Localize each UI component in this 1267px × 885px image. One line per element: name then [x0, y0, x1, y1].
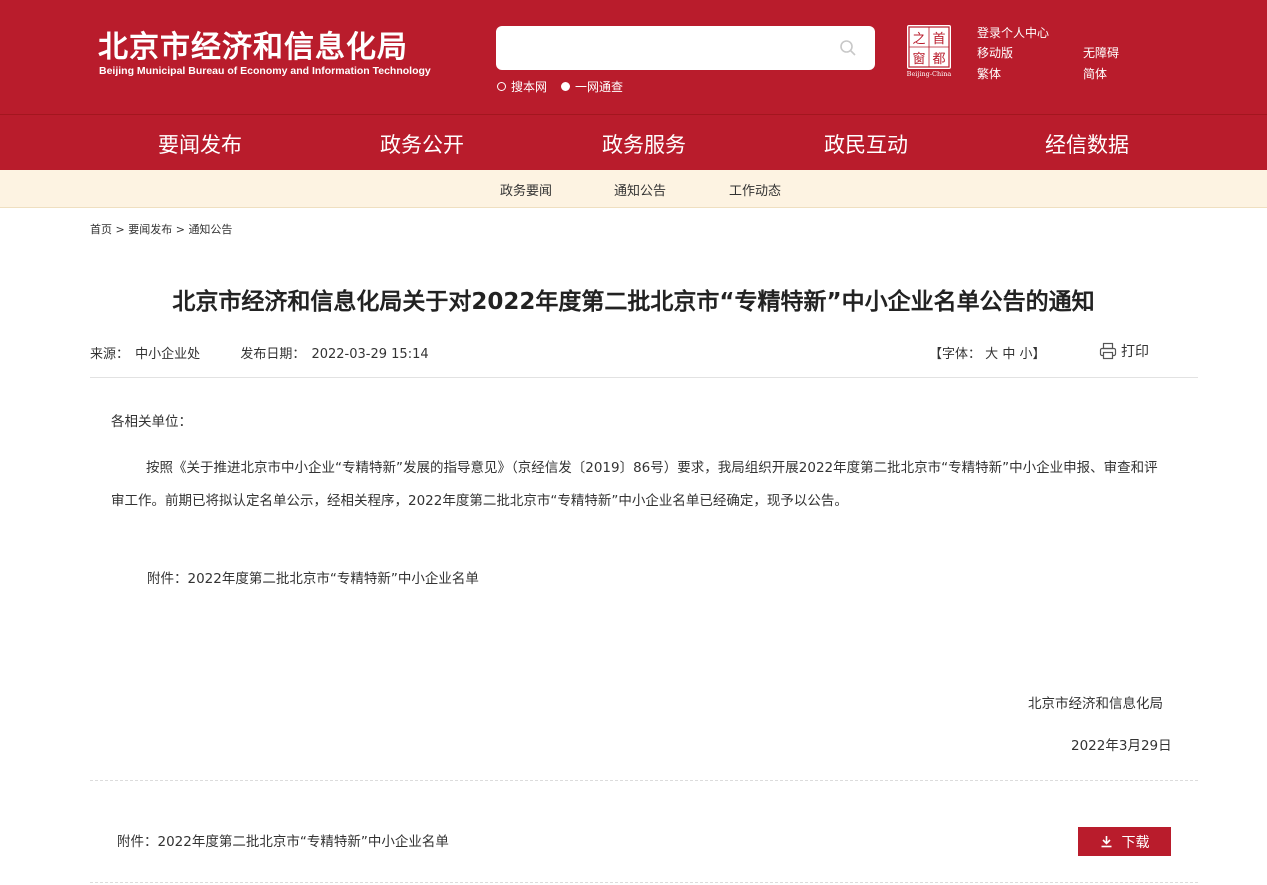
print-label: 打印 — [1121, 344, 1149, 360]
date-value: 2022-03-29 15:14 — [311, 347, 429, 362]
breadcrumb: 首页 > 要闻发布 > 通知公告 — [90, 221, 232, 237]
simplified-chinese-link[interactable]: 简体 — [1083, 65, 1107, 82]
search-scope-site-label: 搜本网 — [511, 80, 548, 94]
article-body: 按照《关于推进北京市中小企业“专精特新”发展的指导意见》（京经信发〔2019〕8… — [111, 460, 1158, 509]
search-scope-site[interactable]: 搜本网 — [497, 78, 547, 95]
seal-char: 都 — [932, 52, 945, 67]
site-logo-title[interactable]: 北京市经济和信息化局 — [98, 22, 408, 66]
download-icon — [1101, 836, 1111, 848]
capital-window-seal-icon[interactable]: 之 首 窗 都 Beijing-China — [904, 24, 954, 78]
nav-item-interaction[interactable]: 政民互动 — [796, 129, 936, 159]
seal-char: 窗 — [912, 51, 925, 67]
meta-divider — [90, 377, 1198, 378]
font-size-large[interactable]: 大 — [985, 347, 998, 362]
subnav-item-work-updates[interactable]: 工作动态 — [729, 180, 781, 199]
font-size-medium[interactable]: 中 — [1002, 347, 1015, 362]
breadcrumb-level2[interactable]: 通知公告 — [188, 223, 232, 236]
breadcrumb-home[interactable]: 首页 — [90, 223, 112, 236]
seal-char: 首 — [932, 32, 945, 47]
source-value: 中小企业处 — [135, 347, 201, 362]
subnav-item-gov-news[interactable]: 政务要闻 — [500, 180, 552, 199]
radio-icon — [497, 82, 506, 91]
search-icon[interactable] — [839, 39, 857, 57]
print-button[interactable]: 打印 — [1099, 341, 1149, 361]
source-label: 来源： — [90, 347, 130, 362]
font-size-small[interactable]: 小】 — [1019, 347, 1045, 362]
search-scope-all-label: 一网通查 — [575, 80, 624, 94]
attachment-divider — [90, 780, 1198, 781]
site-header: 北京市经济和信息化局 Beijing Municipal Bureau of E… — [0, 0, 1267, 114]
sub-nav: 政务要闻 通知公告 工作动态 — [0, 170, 1267, 208]
subnav-item-notices[interactable]: 通知公告 — [614, 180, 666, 199]
login-link[interactable]: 登录个人中心 — [977, 24, 1049, 41]
traditional-chinese-link[interactable]: 繁体 — [977, 65, 1001, 82]
search-scope-all[interactable]: 一网通查 — [561, 78, 623, 95]
accessible-link[interactable]: 无障碍 — [1083, 44, 1119, 61]
article-attachment-line: 附件：2022年度第二批北京市“专精特新”中小企业名单 — [147, 571, 479, 587]
nav-item-affairs[interactable]: 政务公开 — [352, 129, 492, 159]
font-size-control: 【字体： 大 中 小】 — [929, 343, 1045, 362]
download-button[interactable]: 下载 — [1078, 827, 1171, 856]
bottom-divider — [90, 882, 1198, 883]
breadcrumb-separator: > — [115, 223, 125, 236]
nav-item-news[interactable]: 要闻发布 — [130, 129, 270, 159]
article-meta: 来源： 中小企业处 发布日期： 2022-03-29 15:14 — [90, 343, 437, 362]
nav-item-data[interactable]: 经信数据 — [1017, 129, 1157, 159]
signature-organization: 北京市经济和信息化局 — [1028, 696, 1163, 712]
article-title: 北京市经济和信息化局关于对2022年度第二批北京市“专精特新”中小企业名单公告的… — [172, 289, 1095, 315]
seal-char: 之 — [912, 32, 925, 47]
download-label: 下载 — [1121, 834, 1150, 851]
search-scope-options: 搜本网 一网通查 — [497, 78, 637, 95]
main-nav: 要闻发布 政务公开 政务服务 政民互动 经信数据 — [0, 114, 1267, 170]
date-label: 发布日期： — [240, 347, 306, 362]
mobile-version-link[interactable]: 移动版 — [977, 44, 1013, 61]
font-size-label: 【字体： — [929, 347, 982, 362]
signature-date: 2022年3月29日 — [1071, 738, 1172, 754]
nav-item-services[interactable]: 政务服务 — [574, 129, 714, 159]
printer-icon — [1099, 342, 1117, 360]
search-input[interactable] — [496, 26, 875, 70]
breadcrumb-separator: > — [175, 223, 185, 236]
radio-selected-icon — [561, 82, 571, 91]
article-salutation: 各相关单位： — [111, 414, 192, 430]
seal-caption: Beijing-China — [907, 70, 952, 78]
breadcrumb-level1[interactable]: 要闻发布 — [128, 223, 172, 236]
site-logo-subtitle[interactable]: Beijing Municipal Bureau of Economy and … — [99, 65, 431, 77]
attachment-name[interactable]: 附件：2022年度第二批北京市“专精特新”中小企业名单 — [117, 830, 449, 850]
